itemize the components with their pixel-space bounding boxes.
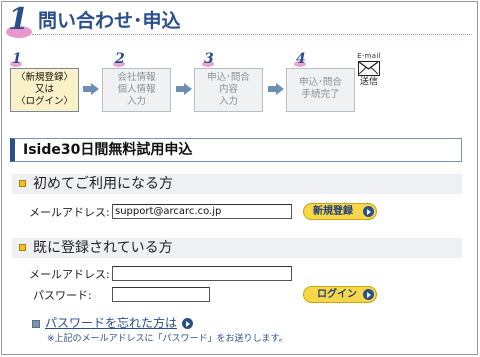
new-user-heading: 初めてご利用になる方 — [12, 174, 462, 194]
login-button-label: ログイン — [317, 289, 357, 300]
step-1-line: 又は — [34, 84, 54, 95]
register-button-label: 新規登録 — [313, 206, 353, 217]
arrow-right-icon — [363, 289, 374, 300]
step-4-line: 申込･問合 — [299, 77, 342, 88]
step-2-box: 会社情報 個人情報 入力 — [102, 68, 171, 112]
password-input[interactable] — [112, 287, 210, 302]
step-4-line: 手続完了 — [301, 89, 340, 100]
step-3-line: 内容 — [218, 84, 238, 95]
step-3-line: 申込･問合 — [207, 72, 250, 83]
step-2-number: 2 — [115, 51, 125, 67]
new-user-email-label: メールアドレス: — [29, 206, 110, 219]
step-2-line: 会社情報 — [117, 72, 156, 83]
register-button[interactable]: 新規登録 — [303, 203, 377, 220]
login-email-input[interactable] — [112, 266, 292, 281]
heading-number: 1 — [8, 2, 29, 37]
progress-steps: 1 〈新規登録〉 又は 〈ログイン〉 2 会社情報 個人情報 入力 3 申込･問… — [10, 52, 390, 116]
page-title: 問い合わせ･申込 — [38, 10, 181, 32]
existing-user-heading: 既に登録されている方 — [12, 238, 462, 258]
heading-divider — [32, 34, 472, 35]
new-user-heading-text: 初めてご利用になる方 — [33, 176, 173, 192]
email-step-label: E-mail — [357, 52, 381, 60]
arrow-right-icon — [363, 206, 374, 217]
step-1-line: 〈ログイン〉 — [15, 96, 73, 107]
step-1-box: 〈新規登録〉 又は 〈ログイン〉 — [10, 68, 79, 112]
step-2-line: 入力 — [126, 96, 146, 107]
existing-user-heading-text: 既に登録されている方 — [33, 240, 173, 256]
step-1-number: 1 — [12, 51, 22, 67]
bullet-icon — [19, 244, 26, 251]
section-title: Iside30日間無料試用申込 — [10, 138, 462, 162]
bullet-icon — [19, 180, 26, 187]
page-heading: 1 問い合わせ･申込 — [6, 4, 472, 40]
step-3-number: 3 — [204, 51, 214, 67]
login-email-label: メールアドレス: — [29, 268, 110, 281]
step-4-box: 申込･問合 手続完了 — [286, 68, 355, 112]
envelope-icon — [358, 61, 380, 76]
step-1-line: 〈新規登録〉 — [15, 72, 73, 83]
new-user-email-input[interactable]: support@arcarc.co.jp — [112, 204, 292, 219]
password-label: パスワード: — [33, 289, 92, 302]
bullet-square-icon — [32, 320, 40, 328]
login-button[interactable]: ログイン — [303, 286, 377, 303]
step-3-line: 入力 — [218, 96, 238, 107]
arrow-right-icon[interactable] — [182, 318, 193, 329]
step-3-box: 申込･問合 内容 入力 — [194, 68, 263, 112]
forgot-password-link[interactable]: パスワードを忘れた方は — [45, 316, 177, 331]
step-2-line: 個人情報 — [117, 84, 156, 95]
step-4-number: 4 — [296, 51, 306, 67]
email-step: E-mail 送信 — [354, 52, 384, 92]
forgot-password-note: ※上記のメールアドレスに「パスワード」をお送りします。 — [47, 334, 288, 344]
email-step-sublabel: 送信 — [359, 77, 378, 87]
